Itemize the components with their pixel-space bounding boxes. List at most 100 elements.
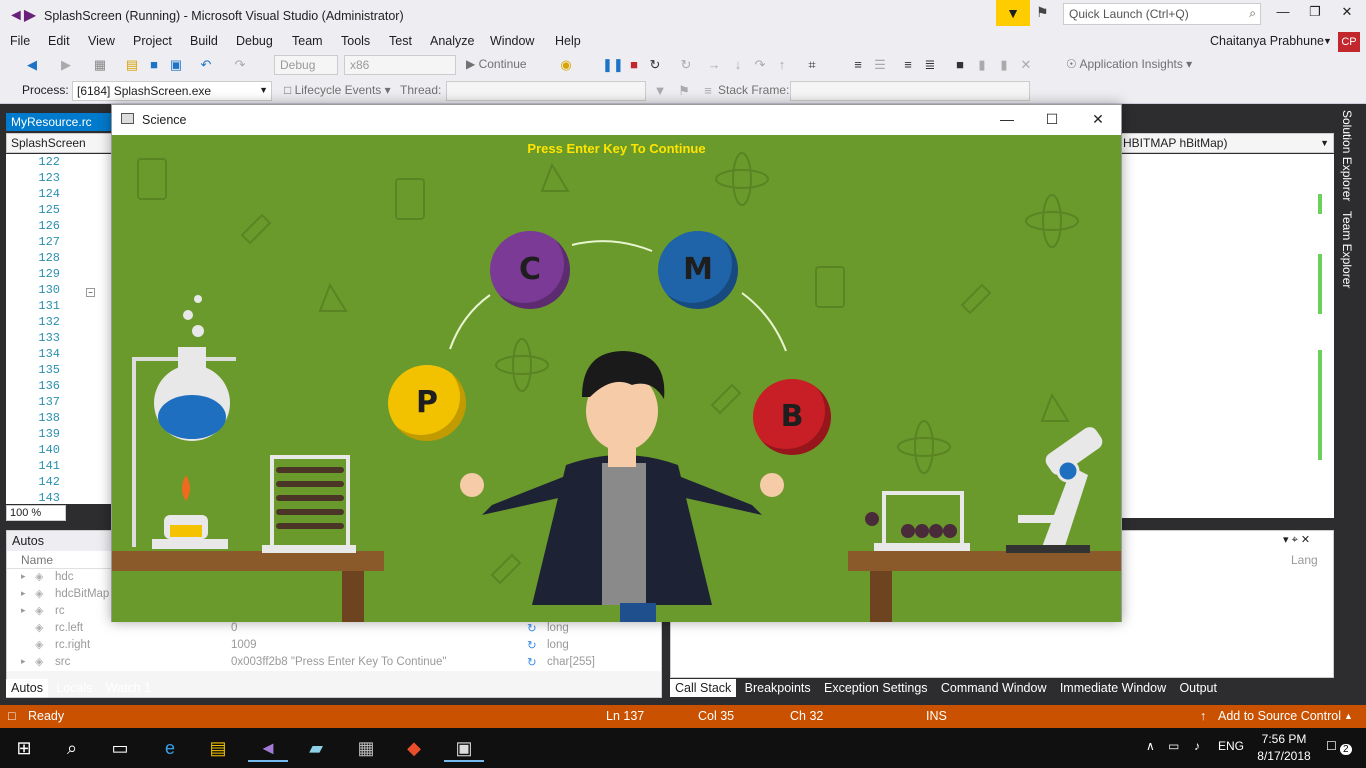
tab-autos[interactable]: Autos [6, 679, 48, 697]
menu-project[interactable]: Project [133, 34, 172, 48]
tab-locals[interactable]: Locals [51, 679, 97, 697]
step-up-icon[interactable]: ↑ [774, 57, 790, 73]
forward-icon[interactable]: ▶ [58, 57, 74, 73]
team-explorer-tab[interactable]: Team Explorer [1340, 211, 1354, 288]
code-editor-right[interactable] [1120, 154, 1334, 518]
autos-row[interactable]: ▸ ◈ src 0x003ff2b8 "Press Enter Key To Cont… [7, 654, 661, 671]
chevron-down-icon[interactable]: ▼ [1323, 36, 1332, 46]
threads-icon[interactable]: ≡ [850, 57, 866, 73]
step-out-icon[interactable]: ↷ [752, 57, 768, 73]
feedback-filter-icon[interactable]: ▼ [996, 0, 1030, 26]
pause-icon[interactable]: ❚❚ [602, 57, 624, 73]
stack-frame-dropdown[interactable] [790, 81, 1030, 101]
stack-icon[interactable]: ≡ [700, 83, 716, 99]
menu-help[interactable]: Help [555, 34, 581, 48]
menu-view[interactable]: View [88, 34, 115, 48]
language-column-header[interactable]: Lang [1291, 553, 1318, 567]
new-project-icon[interactable]: ▦ [92, 57, 108, 73]
clock[interactable]: 7:56 PM 8/17/2018 [1254, 731, 1314, 765]
save-all-icon[interactable]: ▣ [168, 57, 184, 73]
minimize-button[interactable]: — [1268, 4, 1298, 24]
volume-icon[interactable]: ♪ [1194, 739, 1200, 753]
expand-icon[interactable]: ▸ [21, 571, 26, 582]
quick-launch-input[interactable]: Quick Launch (Ctrl+Q) ⌕ [1063, 3, 1261, 25]
menu-build[interactable]: Build [190, 34, 218, 48]
tab-exception-settings[interactable]: Exception Settings [819, 679, 933, 697]
stop-icon[interactable]: ■ [626, 57, 642, 73]
action-center-icon[interactable]: ☐ [1326, 739, 1337, 753]
avatar[interactable]: CP [1338, 32, 1360, 52]
menu-debug[interactable]: Debug [236, 34, 273, 48]
science-app-icon[interactable]: ▣ [444, 734, 484, 762]
notification-icon[interactable]: ⚑ [1036, 4, 1056, 24]
menu-tools[interactable]: Tools [341, 34, 370, 48]
solution-explorer-tab[interactable]: Solution Explorer [1340, 110, 1354, 201]
collapse-icon[interactable]: − [86, 288, 95, 297]
science-maximize-button[interactable]: ☐ [1037, 111, 1067, 128]
step-over-icon[interactable]: → [706, 57, 722, 73]
clear-bookmarks-icon[interactable]: ✕ [1018, 57, 1034, 73]
restore-button[interactable]: ❐ [1300, 4, 1330, 24]
breakpoint-target-icon[interactable]: ◉ [558, 57, 574, 73]
network-icon[interactable]: ▭ [1168, 739, 1179, 753]
prev-bookmark-icon[interactable]: ▮ [974, 57, 990, 73]
refresh-icon[interactable]: ↻ [527, 621, 537, 635]
flag-icon[interactable]: ⚑ [676, 83, 692, 99]
user-name[interactable]: Chaitanya Prabhune [1210, 34, 1324, 48]
app-icon-1[interactable]: ▰ [296, 734, 336, 762]
visual-studio-icon[interactable]: ◄ [248, 734, 288, 762]
app-icon-2[interactable]: ▦ [346, 734, 386, 762]
tab-watch-1[interactable]: Watch 1 [101, 679, 156, 697]
menu-file[interactable]: File [10, 34, 30, 48]
bookmark-icon[interactable]: ■ [952, 57, 968, 73]
language-indicator[interactable]: ENG [1218, 739, 1244, 753]
chevron-up-icon[interactable]: ▲ [1344, 711, 1353, 721]
refresh-icon[interactable]: ↻ [527, 655, 537, 669]
back-icon[interactable]: ◀ [24, 57, 40, 73]
add-to-source-control-button[interactable]: Add to Source Control [1218, 709, 1341, 723]
application-insights-button[interactable]: ☉ Application Insights ▾ [1066, 57, 1192, 71]
lifecycle-events-button[interactable]: □ Lifecycle Events ▾ [284, 83, 391, 97]
tasks-icon[interactable]: ☰ [872, 57, 888, 73]
menu-window[interactable]: Window [490, 34, 534, 48]
tab-call-stack[interactable]: Call Stack [670, 679, 737, 697]
close-button[interactable]: ✕ [1332, 4, 1362, 24]
save-icon[interactable]: ■ [146, 57, 162, 73]
process-dropdown[interactable]: [6184] SplashScreen.exe ▼ [72, 81, 272, 101]
show-next-statement-icon[interactable]: ↻ [678, 57, 694, 73]
continue-button[interactable]: ▶ Continue [466, 57, 527, 71]
zoom-dropdown[interactable]: 100 % [6, 505, 66, 521]
chevron-up-icon[interactable]: ∧ [1146, 739, 1155, 753]
autos-row[interactable]: ◈ rc.right 1009 long ↻ [7, 637, 661, 654]
menu-analyze[interactable]: Analyze [430, 34, 474, 48]
tab-immediate-window[interactable]: Immediate Window [1055, 679, 1171, 697]
hex-display-icon[interactable]: ⌗ [804, 57, 820, 73]
thread-dropdown[interactable] [446, 81, 646, 101]
refresh-icon[interactable]: ↻ [527, 638, 537, 652]
search-icon[interactable]: ⌕ [52, 734, 92, 762]
align-right-icon[interactable]: ≣ [922, 57, 938, 73]
expand-icon[interactable]: ▸ [21, 588, 26, 599]
app-icon-3[interactable]: ◆ [394, 734, 434, 762]
next-bookmark-icon[interactable]: ▮ [996, 57, 1012, 73]
autos-row[interactable]: ◈ rc.left 0 long ↻ [7, 620, 661, 637]
document-tab[interactable]: MyResource.rc [6, 113, 114, 131]
science-minimize-button[interactable]: — [992, 111, 1022, 127]
file-explorer-icon[interactable]: ▤ [198, 734, 238, 762]
configuration-dropdown[interactable]: Debug [274, 55, 338, 75]
expand-icon[interactable]: ▸ [21, 656, 26, 667]
open-folder-icon[interactable]: ▤ [124, 57, 140, 73]
expand-icon[interactable]: ▸ [21, 605, 26, 616]
task-view-icon[interactable]: ▭ [100, 734, 140, 762]
tab-output[interactable]: Output [1174, 679, 1222, 697]
undo-icon[interactable]: ↶ [198, 57, 214, 73]
redo-icon[interactable]: ↷ [232, 57, 248, 73]
filter-icon[interactable]: ▼ [652, 83, 668, 99]
menu-team[interactable]: Team [292, 34, 323, 48]
windows-start-icon[interactable]: ⊞ [4, 734, 44, 762]
menu-test[interactable]: Test [389, 34, 412, 48]
tab-breakpoints[interactable]: Breakpoints [740, 679, 816, 697]
menu-edit[interactable]: Edit [48, 34, 70, 48]
science-splash-window[interactable]: Science — ☐ ✕ Press Enter Key To Continu… [111, 104, 1122, 622]
tab-command-window[interactable]: Command Window [936, 679, 1052, 697]
